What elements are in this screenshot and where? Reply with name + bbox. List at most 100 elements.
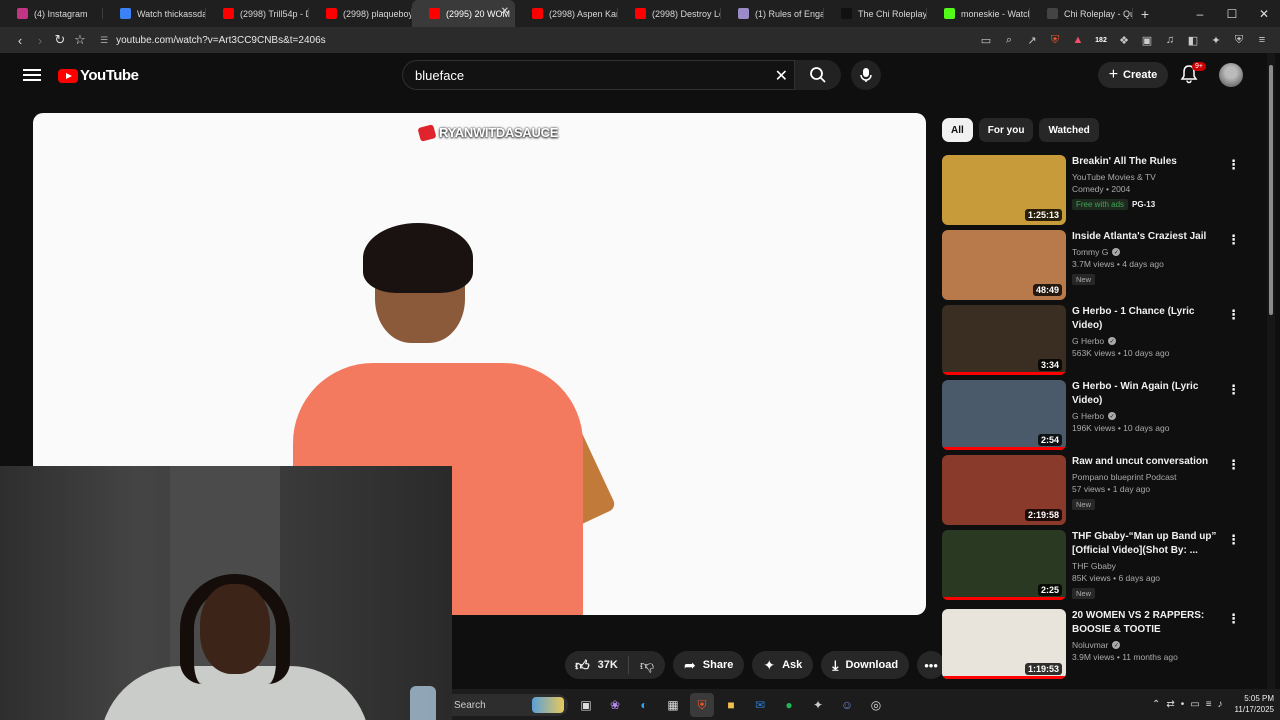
- reload-icon[interactable]: ↻: [50, 30, 70, 50]
- recommendation-title[interactable]: G Herbo - Win Again (Lyric Video): [1072, 380, 1222, 408]
- more-vert-icon[interactable]: ⋮: [1227, 457, 1240, 473]
- browser-tab[interactable]: (1) Rules of Engage: [721, 0, 824, 27]
- extensions-icon[interactable]: ❖: [1114, 30, 1134, 50]
- download-button[interactable]: ⤓ Download: [821, 651, 910, 679]
- recommendation-thumbnail[interactable]: 2:19:58: [942, 455, 1066, 525]
- chip-watched[interactable]: Watched: [1039, 118, 1099, 142]
- recommendation-item[interactable]: 2:25 THF Gbaby-“Man up Band up” [Official…: [942, 530, 1252, 600]
- vpn-icon[interactable]: ⛨: [1229, 30, 1249, 50]
- copilot-icon[interactable]: ❀: [603, 693, 627, 717]
- back-icon[interactable]: ‹: [10, 30, 30, 50]
- share-button[interactable]: ➦ Share: [673, 651, 745, 679]
- extension-badge-icon[interactable]: 182: [1091, 30, 1111, 50]
- close-window-icon[interactable]: ✕: [1248, 0, 1280, 27]
- file-explorer-icon[interactable]: ■: [719, 693, 743, 717]
- browser-tab[interactable]: The Chi Roleplay (@: [824, 0, 927, 27]
- bookmark-icon[interactable]: ☆: [70, 30, 90, 50]
- recommendation-title[interactable]: THF Gbaby-“Man up Band up” [Official Vid…: [1072, 530, 1222, 558]
- channel-name[interactable]: Noluvmar ✓: [1072, 640, 1222, 650]
- channel-name[interactable]: G Herbo ✓: [1072, 411, 1222, 421]
- close-tab-icon[interactable]: ✕: [501, 6, 509, 17]
- outlook-icon[interactable]: ✉: [748, 693, 772, 717]
- notifications-button[interactable]: 9+: [1179, 62, 1206, 86]
- spotify-icon[interactable]: ●: [777, 693, 801, 717]
- recommendation-thumbnail[interactable]: 48:49: [942, 230, 1066, 300]
- address-bar[interactable]: ☰ youtube.com/watch?v=Art3CC9CNBs&t=2406…: [100, 30, 930, 50]
- menu-icon[interactable]: ≡: [1252, 30, 1272, 50]
- voice-search-button[interactable]: [851, 60, 881, 90]
- wifi-icon[interactable]: ≡: [1206, 699, 1212, 710]
- recommendation-title[interactable]: Raw and uncut conversation: [1072, 455, 1222, 469]
- browser-tab[interactable]: (2998) plaqueboym: [309, 0, 412, 27]
- browser-tab[interactable]: (2998) Trill54p - Do: [206, 0, 309, 27]
- chip-for-you[interactable]: For you: [978, 118, 1034, 142]
- browser-tab[interactable]: (2998) Aspen Karti: [515, 0, 618, 27]
- like-button[interactable]: 👍︎ 37K: [565, 656, 629, 674]
- more-actions-button[interactable]: •••: [917, 651, 946, 679]
- channel-name[interactable]: Pompano blueprint Podcast: [1072, 472, 1222, 482]
- leo-ai-icon[interactable]: ✦: [1206, 30, 1226, 50]
- recommendation-thumbnail[interactable]: 1:25:13: [942, 155, 1066, 225]
- browser-tab[interactable]: (2998) Destroy Lon: [618, 0, 721, 27]
- recommendation-item[interactable]: 1:19:53 20 WOMEN VS 2 RAPPERS: BOOSIE & T…: [942, 609, 1252, 679]
- brave-icon[interactable]: ⛨: [690, 693, 714, 717]
- sync-icon[interactable]: ⇄: [1166, 699, 1174, 710]
- browser-tab[interactable]: Chi Roleplay - Quee: [1030, 0, 1133, 27]
- youtube-logo[interactable]: YouTube: [58, 67, 139, 84]
- browser-tab[interactable]: moneskie - Watch: [927, 0, 1030, 27]
- recommendation-item[interactable]: 3:34 G Herbo - 1 Chance (Lyric Video) G He…: [942, 305, 1252, 375]
- channel-name[interactable]: Tommy G ✓: [1072, 247, 1222, 257]
- minimize-icon[interactable]: –: [1184, 0, 1216, 27]
- recommendation-thumbnail[interactable]: 3:34: [942, 305, 1066, 375]
- page-scrollbar[interactable]: [1267, 53, 1275, 720]
- recommendation-thumbnail[interactable]: 1:19:53: [942, 609, 1066, 679]
- game-icon[interactable]: ✦: [806, 693, 830, 717]
- recommendation-title[interactable]: Breakin' All The Rules: [1072, 155, 1222, 169]
- chip-all[interactable]: All: [942, 118, 973, 142]
- browser-tab[interactable]: (4) Instagram: [0, 0, 103, 27]
- search-button[interactable]: [795, 60, 841, 90]
- mic-tray-icon[interactable]: •: [1181, 699, 1185, 710]
- scrollbar-thumb[interactable]: [1269, 65, 1273, 315]
- ask-button[interactable]: ✦ Ask: [752, 651, 814, 679]
- forward-icon[interactable]: ›: [30, 30, 50, 50]
- recommendation-title[interactable]: G Herbo - 1 Chance (Lyric Video): [1072, 305, 1222, 333]
- task-view-icon[interactable]: ▣: [574, 693, 598, 717]
- avatar[interactable]: [1219, 63, 1243, 87]
- zoom-icon[interactable]: ⌕: [999, 30, 1019, 50]
- recommendation-item[interactable]: 1:25:13 Breakin' All The Rules YouTube Mov…: [942, 155, 1252, 225]
- more-vert-icon[interactable]: ⋮: [1227, 532, 1240, 548]
- obs-icon[interactable]: ◎: [864, 693, 888, 717]
- brave-shield-icon[interactable]: ⛨: [1045, 30, 1065, 50]
- browser-tab[interactable]: (2995) 20 WOM ✕: [412, 0, 515, 27]
- store-icon[interactable]: ▦: [661, 693, 685, 717]
- new-tab-button[interactable]: +: [1133, 6, 1157, 22]
- recommendation-thumbnail[interactable]: 2:54: [942, 380, 1066, 450]
- brave-rewards-icon[interactable]: ▲: [1068, 30, 1088, 50]
- edge-icon[interactable]: ◐: [632, 693, 656, 717]
- taskbar-search[interactable]: Search: [452, 694, 568, 716]
- media-icon[interactable]: ♫: [1160, 30, 1180, 50]
- recommendation-item[interactable]: 2:19:58 Raw and uncut conversation Pompano…: [942, 455, 1252, 525]
- clear-search-icon[interactable]: ✕: [775, 66, 788, 86]
- discord-icon[interactable]: ☺: [835, 693, 859, 717]
- clock[interactable]: 5:05 PM 11/17/2025: [1235, 693, 1274, 715]
- share-page-icon[interactable]: ↗: [1022, 30, 1042, 50]
- recommendation-thumbnail[interactable]: 2:25: [942, 530, 1066, 600]
- display-icon[interactable]: ▭: [1190, 699, 1199, 710]
- chevron-up-icon[interactable]: ⌃: [1152, 699, 1160, 710]
- cast-icon[interactable]: ▭: [976, 30, 996, 50]
- recommendation-title[interactable]: Inside Atlanta's Craziest Jail: [1072, 230, 1222, 244]
- more-vert-icon[interactable]: ⋮: [1227, 382, 1240, 398]
- dislike-button[interactable]: 👎︎: [629, 657, 665, 674]
- volume-icon[interactable]: ♪: [1218, 699, 1223, 710]
- hamburger-menu-icon[interactable]: [23, 66, 41, 84]
- more-vert-icon[interactable]: ⋮: [1227, 611, 1240, 627]
- recommendation-item[interactable]: 2:54 G Herbo - Win Again (Lyric Video) G H…: [942, 380, 1252, 450]
- channel-name[interactable]: G Herbo ✓: [1072, 336, 1222, 346]
- site-info-icon[interactable]: ☰: [100, 35, 108, 46]
- maximize-icon[interactable]: ☐: [1216, 0, 1248, 27]
- channel-name[interactable]: YouTube Movies & TV: [1072, 172, 1222, 182]
- search-input[interactable]: blueface ✕: [402, 60, 795, 90]
- sidebar-icon[interactable]: ◧: [1183, 30, 1203, 50]
